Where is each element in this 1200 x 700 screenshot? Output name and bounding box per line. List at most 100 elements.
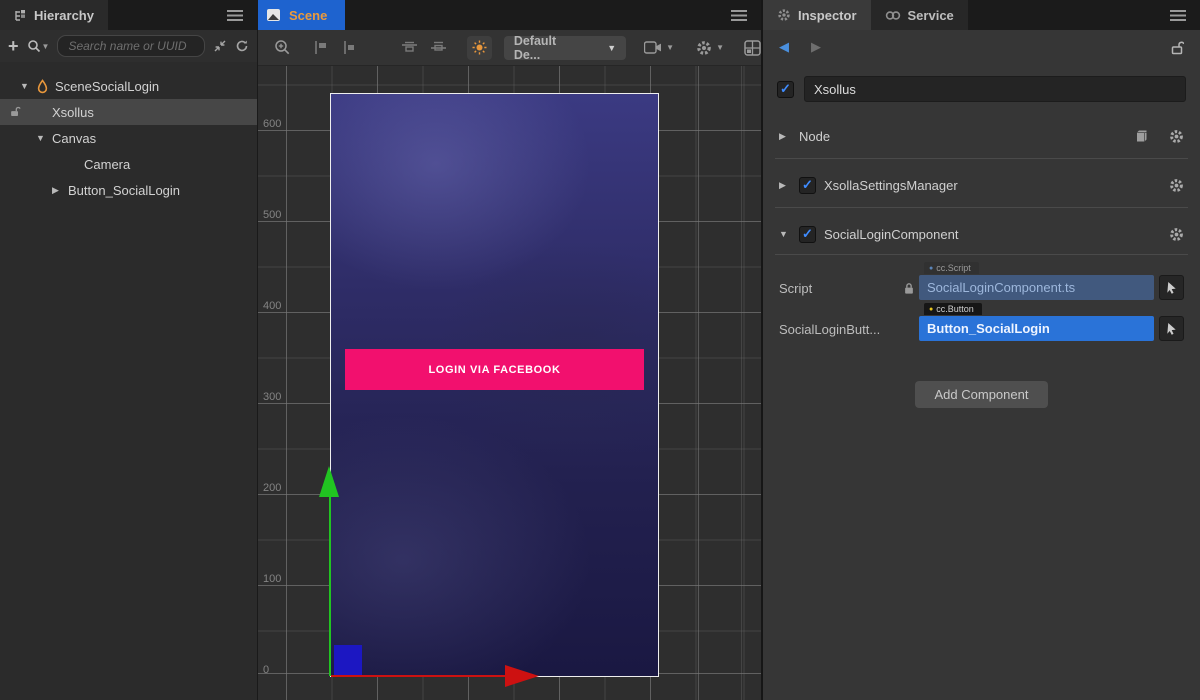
device-preset-dropdown[interactable]: Default De... ▼ — [504, 36, 626, 60]
align-center-h-icon[interactable] — [341, 40, 357, 55]
scene-light-toggle[interactable] — [467, 36, 492, 60]
scene-tabbar: Scene — [258, 0, 761, 30]
scene-panel: Scene — [258, 0, 763, 700]
section-divider — [775, 158, 1188, 159]
search-icon — [27, 39, 41, 53]
button-picker-button[interactable] — [1159, 316, 1184, 341]
tab-inspector[interactable]: Inspector — [763, 0, 871, 30]
social-login-button-property-row: SocialLoginButt... ● cc.Button Button_So… — [763, 316, 1200, 341]
script-prop-left: Script — [779, 281, 915, 300]
align-middle-v-icon[interactable] — [430, 40, 447, 55]
add-component-button[interactable]: Add Component — [915, 381, 1049, 408]
script-prop-label: Script — [779, 281, 812, 296]
inspector-tabbar: Inspector Service — [763, 0, 1200, 30]
tree-node-camera[interactable]: Camera — [0, 151, 257, 177]
tree-node-label: Xsollus — [52, 105, 94, 120]
type-dot-icon: ● — [929, 306, 933, 313]
gizmo-x-axis[interactable] — [331, 675, 505, 677]
hierarchy-search-input[interactable] — [57, 35, 205, 57]
social-component-header[interactable]: ▼ SocialLoginComponent — [763, 222, 1200, 246]
inspector-menu-icon[interactable] — [1170, 10, 1186, 21]
ruler-label: 300 — [263, 391, 281, 403]
sun-icon — [472, 40, 487, 55]
zoom-tool-icon[interactable] — [274, 39, 291, 56]
button-reference-field[interactable]: Button_SocialLogin — [919, 316, 1154, 341]
locked-icon — [903, 282, 915, 295]
ruler-label: 400 — [263, 300, 281, 312]
tree-node-button-sociallogin[interactable]: ▶ Button_SocialLogin — [0, 177, 257, 203]
scene-image-icon — [266, 8, 281, 22]
inspector-panel: Inspector Service ◀ ▶ ▶ Node — [763, 0, 1200, 700]
node-name-input[interactable] — [804, 76, 1186, 102]
tree-node-xsollus[interactable]: Xsollus — [0, 99, 257, 125]
align-left-icon[interactable] — [313, 40, 329, 55]
script-asset-field[interactable]: SocialLoginComponent.ts — [919, 275, 1154, 300]
component-enabled-checkbox[interactable] — [799, 226, 816, 243]
inspector-nav: ◀ ▶ — [763, 30, 1200, 64]
settings-component-header[interactable]: ▶ XsollaSettingsManager — [763, 173, 1200, 197]
align-top-icon[interactable] — [401, 40, 418, 55]
scene-gizmo-settings-dropdown[interactable]: ▼ — [696, 40, 724, 56]
create-node-icon[interactable]: + — [8, 37, 19, 55]
hierarchy-toolbar: + ▼ — [0, 30, 257, 62]
node-active-row — [777, 76, 1186, 102]
collapsed-arrow-icon[interactable]: ▶ — [779, 131, 791, 142]
ruler-label: 200 — [263, 482, 281, 494]
component-gear-icon[interactable] — [1169, 227, 1184, 242]
refresh-icon[interactable] — [235, 39, 249, 53]
script-property-row: Script ● cc.Script SocialLoginComponent.… — [763, 275, 1200, 300]
hierarchy-tab-label: Hierarchy — [34, 8, 94, 23]
blue-node-sprite[interactable] — [334, 645, 362, 676]
hierarchy-tree-icon — [14, 9, 27, 22]
hierarchy-menu-icon[interactable] — [227, 10, 243, 21]
node-active-checkbox[interactable] — [777, 81, 794, 98]
collapse-all-icon[interactable] — [213, 39, 227, 53]
inspector-gear-icon — [777, 8, 791, 22]
collapsed-arrow-icon[interactable]: ▶ — [779, 180, 791, 191]
dropdown-caret-icon: ▼ — [607, 43, 616, 53]
tab-scene[interactable]: Scene — [258, 0, 345, 30]
node-docs-book-icon[interactable] — [1134, 129, 1149, 143]
expand-arrow-icon[interactable]: ▼ — [20, 81, 32, 91]
gizmo-x-arrowhead-icon[interactable] — [505, 665, 539, 687]
device-preset-value: Default De... — [514, 34, 581, 62]
node-gear-icon[interactable] — [1169, 129, 1184, 144]
ruler-label: 600 — [263, 118, 281, 130]
expand-arrow-icon[interactable]: ▼ — [779, 229, 791, 239]
collapsed-arrow-icon[interactable]: ▶ — [52, 185, 64, 196]
hierarchy-tree: ▼ SceneSocialLogin Xsollus ▼ Canvas Came… — [0, 62, 257, 700]
component-gear-icon[interactable] — [1169, 178, 1184, 193]
script-picker-button[interactable] — [1159, 275, 1184, 300]
tree-node-label: Button_SocialLogin — [68, 183, 180, 198]
social-component-label: SocialLoginComponent — [824, 227, 958, 242]
gizmo-y-axis[interactable] — [329, 497, 331, 676]
inspector-unlock-icon[interactable] — [1170, 40, 1184, 55]
inspector-tab-label: Inspector — [798, 8, 857, 23]
node-section-header[interactable]: ▶ Node — [763, 124, 1200, 148]
login-button-label: LOGIN VIA FACEBOOK — [428, 364, 560, 376]
design-canvas[interactable]: LOGIN VIA FACEBOOK — [330, 93, 659, 677]
nav-forward-icon[interactable]: ▶ — [811, 39, 821, 55]
gizmo-y-arrowhead-icon[interactable] — [319, 466, 339, 497]
login-via-facebook-button[interactable]: LOGIN VIA FACEBOOK — [345, 349, 644, 390]
scene-menu-icon[interactable] — [731, 10, 747, 21]
scene-viewport[interactable]: 600 500 400 300 200 100 0 LOGIN VIA FACE… — [258, 66, 761, 700]
tree-node-canvas[interactable]: ▼ Canvas — [0, 125, 257, 151]
nav-back-icon[interactable]: ◀ — [779, 39, 789, 55]
ruler-label: 100 — [263, 573, 281, 585]
scene-asset-icon — [36, 79, 49, 94]
tab-service[interactable]: Service — [871, 0, 968, 30]
cocos-creator-window: Hierarchy + ▼ ▼ — [0, 0, 1200, 700]
camera-settings-dropdown[interactable]: ▼ — [644, 41, 674, 54]
button-prop-left: SocialLoginButt... — [779, 322, 915, 341]
layout-grid-icon[interactable] — [744, 40, 761, 56]
expand-arrow-icon[interactable]: ▼ — [36, 133, 48, 143]
tree-node-scene-root[interactable]: ▼ SceneSocialLogin — [0, 73, 257, 99]
button-type-tag: ● cc.Button — [924, 303, 982, 315]
tab-hierarchy[interactable]: Hierarchy — [0, 0, 108, 30]
component-enabled-checkbox[interactable] — [799, 177, 816, 194]
search-type-dropdown[interactable]: ▼ — [27, 39, 50, 53]
unlock-icon[interactable] — [9, 105, 21, 118]
service-tab-label: Service — [908, 8, 954, 23]
script-field-wrap: ● cc.Script SocialLoginComponent.ts — [919, 275, 1154, 300]
